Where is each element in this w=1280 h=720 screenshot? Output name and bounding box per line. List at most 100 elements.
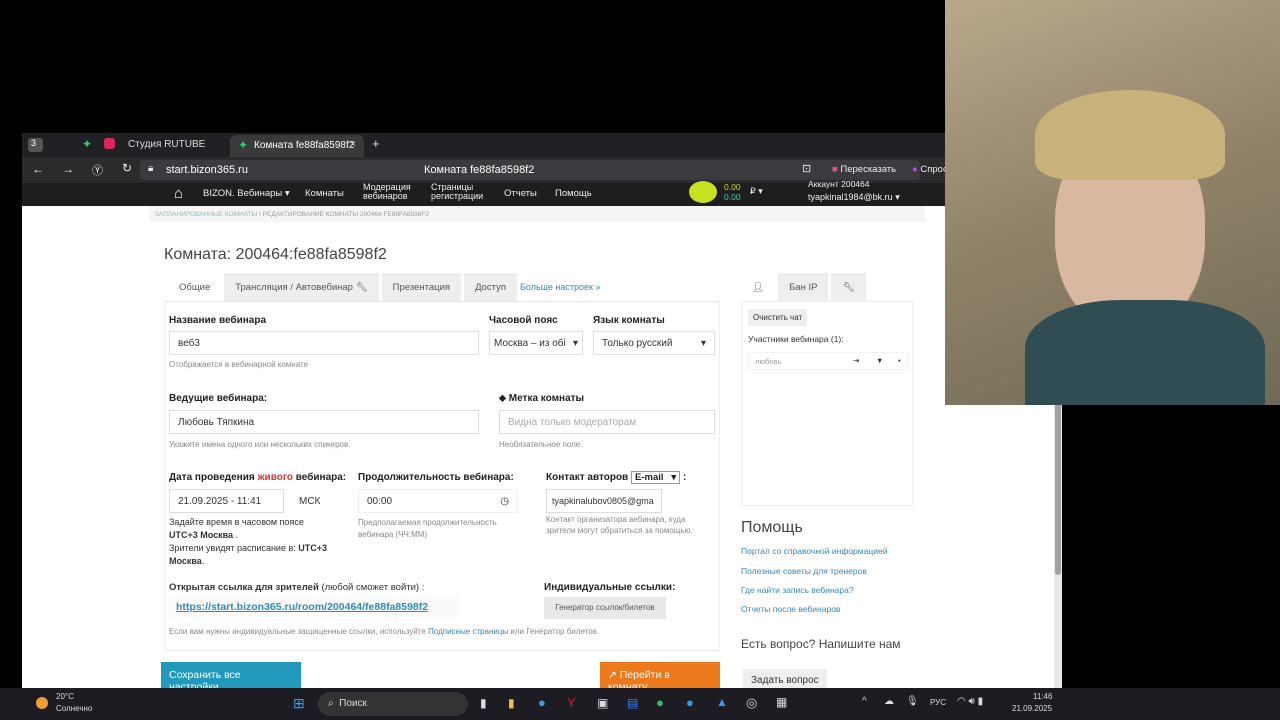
contact-type-select[interactable]: E-mail ▾ bbox=[631, 471, 681, 484]
mic-icon: 🎙︎ bbox=[906, 696, 919, 707]
home-icon[interactable]: ⌂ bbox=[174, 185, 183, 202]
weather-icon bbox=[36, 697, 48, 709]
date-input[interactable]: 21.09.2025 - 11:41 bbox=[169, 489, 284, 513]
close-tab-icon[interactable]: × bbox=[350, 139, 356, 150]
bookmark-icon[interactable]: ⊡ bbox=[802, 162, 811, 175]
address-bar: ← → Ⓨ ↻ 🔒︎ start.bizon365.ru Комната fe8… bbox=[22, 157, 1062, 183]
tab-ban-ip[interactable]: Бан IP bbox=[778, 273, 829, 301]
store-icon[interactable]: ▣ bbox=[597, 696, 608, 710]
search-box[interactable]: ⌕ Поиск bbox=[318, 692, 468, 716]
tab-bar: 3 ✦ Студия RUTUBE ✦ Комната fe88fa8598f2… bbox=[22, 133, 1062, 157]
weather-text: Солнечно bbox=[56, 704, 93, 713]
webcam-hair bbox=[1035, 90, 1225, 180]
forward-icon[interactable]: → bbox=[62, 162, 74, 176]
app2-icon[interactable]: ◎ bbox=[746, 695, 757, 711]
wrench-icon[interactable]: 🔧︎ bbox=[831, 273, 866, 301]
currency-menu[interactable]: ₽ ▾ bbox=[750, 186, 763, 197]
docs-icon[interactable]: ▤ bbox=[627, 696, 638, 710]
tab-rutube[interactable]: Студия RUTUBE bbox=[128, 139, 205, 150]
tab-general[interactable]: Общие bbox=[168, 273, 222, 301]
balance-1: 0.00 bbox=[724, 182, 741, 192]
wrench-icon: 🔧︎ bbox=[355, 281, 368, 293]
url-field[interactable]: 🔒︎ start.bizon365.ru Комната fe88fa8598f… bbox=[140, 160, 920, 180]
help-link-portal[interactable]: Портал со справочной информацией bbox=[741, 546, 887, 556]
tab-room-label: Комната fe88fa8598f2 bbox=[254, 140, 355, 151]
telegram-icon[interactable]: ● bbox=[686, 695, 694, 710]
page-content: ЗАПЛАНИРОВАННЫЕ КОМНАТЫ / РЕДАКТИРОВАНИЕ… bbox=[22, 206, 1054, 688]
goto-room-button[interactable]: ↗ Перейти в комнату bbox=[600, 662, 720, 688]
hosts-input[interactable]: Любовь Тяпкина bbox=[169, 410, 479, 434]
webinars-menu[interactable]: BIZON. Вебинары ▾ bbox=[203, 188, 290, 199]
hosts-hint: Укажите имена одного или нескольких спик… bbox=[169, 440, 351, 449]
retell-button[interactable]: ■ Пересказать bbox=[832, 164, 896, 175]
more-settings-link[interactable]: Больше настроек » bbox=[520, 282, 600, 292]
nav-registration-pages[interactable]: Страницы регистрации bbox=[431, 183, 491, 201]
kick-icon[interactable]: ⇥ bbox=[853, 356, 859, 365]
avatar[interactable] bbox=[689, 181, 717, 203]
browser-window: 3 ✦ Студия RUTUBE ✦ Комната fe88fa8598f2… bbox=[22, 133, 1062, 688]
tab-broadcast[interactable]: Трансляция / Автовебинар 🔧︎ bbox=[224, 273, 379, 301]
windows-start-icon[interactable]: ⊞ bbox=[293, 695, 305, 712]
timezone-select[interactable]: Москва – из обі ▾ bbox=[489, 331, 583, 355]
help-link-tips[interactable]: Полезные советы для тренеров bbox=[741, 566, 867, 576]
reload-icon[interactable]: ↻ bbox=[122, 161, 132, 175]
whatsapp-icon[interactable]: ● bbox=[656, 695, 664, 710]
ticket-generator-button[interactable]: Генератор ссылок/билетов bbox=[544, 597, 666, 619]
save-settings-button[interactable]: Сохранить все настройки bbox=[161, 662, 301, 688]
clock-date[interactable]: 21.09.2025 bbox=[1012, 704, 1052, 713]
question-title: Есть вопрос? Напишите нам bbox=[741, 637, 901, 651]
lock-icon: 🔒︎ bbox=[148, 163, 154, 174]
language-select[interactable]: Только русский ▾ bbox=[593, 331, 715, 355]
account-menu[interactable]: tyapkinal1984@bk.ru ▾ bbox=[808, 192, 900, 203]
tab-count-label: 3 bbox=[31, 138, 37, 148]
language-label: Язык комнаты bbox=[593, 315, 665, 326]
bizon-pinned-icon[interactable]: ✦ bbox=[82, 137, 92, 151]
app-icon[interactable]: ▲ bbox=[716, 695, 728, 709]
date-timezone: МСК bbox=[299, 496, 321, 507]
site-navbar: ⌂ BIZON. Вебинары ▾ Комнаты Модерация ве… bbox=[22, 179, 1054, 206]
contact-hint: Контакт организатора вебинара, куда зрит… bbox=[546, 515, 693, 535]
back-icon[interactable]: ← bbox=[32, 162, 44, 176]
cloud-icon: ☁ bbox=[884, 696, 894, 707]
tab-presentation[interactable]: Презентация bbox=[381, 273, 462, 301]
new-tab-icon[interactable]: + bbox=[372, 136, 380, 151]
trash-icon[interactable]: ▪ bbox=[898, 356, 901, 365]
clear-chat-button[interactable]: Очистить чат bbox=[748, 309, 808, 326]
yandex-browser-icon[interactable]: Y bbox=[567, 695, 576, 710]
participants-label: Участники вебинара (1): bbox=[748, 334, 844, 344]
help-link-reports[interactable]: Отчеты после вебинаров bbox=[741, 604, 840, 614]
wifi-icon[interactable]: ◠ 🔊︎ ▮ bbox=[957, 696, 983, 707]
breadcrumb: ЗАПЛАНИРОВАННЫЕ КОМНАТЫ / РЕДАКТИРОВАНИЕ… bbox=[149, 206, 925, 222]
page-title-text: Комната fe88fa8598f2 bbox=[424, 164, 535, 176]
bizon-icon: ✦ bbox=[238, 138, 249, 152]
webinar-name-input[interactable]: веб3 bbox=[169, 331, 479, 355]
clock-time[interactable]: 11:46 bbox=[1033, 692, 1052, 701]
participant-name: любовь bbox=[755, 357, 782, 366]
edge-icon[interactable]: ● bbox=[538, 695, 546, 710]
thumbs-down-icon[interactable]: ▼ bbox=[876, 356, 883, 365]
tab-access[interactable]: Доступ bbox=[464, 273, 517, 301]
app3-icon[interactable]: ▦ bbox=[776, 695, 787, 709]
tray-expand-icon[interactable]: ^ bbox=[862, 696, 867, 707]
ask-question-button[interactable]: Задать вопрос bbox=[743, 669, 827, 688]
nav-reports[interactable]: Отчеты bbox=[504, 188, 537, 199]
user-icon[interactable]: 👤︎ bbox=[741, 273, 776, 301]
tag-icon: ⬥ bbox=[499, 393, 506, 404]
subscription-pages-link[interactable]: Подписные страницы bbox=[428, 627, 508, 636]
yandex-icon[interactable]: Ⓨ bbox=[92, 162, 103, 178]
language-indicator[interactable]: РУС bbox=[930, 698, 946, 707]
nav-rooms[interactable]: Комнаты bbox=[305, 188, 344, 199]
tab-active[interactable]: ✦ Комната fe88fa8598f2 × bbox=[230, 135, 364, 157]
contact-input[interactable]: tyapkinalubov0805@gma bbox=[546, 489, 662, 513]
breadcrumb-rooms[interactable]: ЗАПЛАНИРОВАННЫЕ КОМНАТЫ bbox=[155, 211, 257, 218]
nav-moderation[interactable]: Модерация вебинаров bbox=[363, 183, 413, 201]
taskview-icon[interactable]: ▮ bbox=[480, 696, 487, 710]
room-tag-input[interactable]: Видна только модераторам bbox=[499, 410, 715, 434]
help-link-recording[interactable]: Где найти запись вебинара? bbox=[741, 585, 854, 595]
explorer-icon[interactable]: ▮ bbox=[508, 696, 515, 710]
chevron-down-icon: ▾ bbox=[572, 337, 578, 349]
duration-input[interactable]: 00:00 ◷ bbox=[358, 489, 518, 513]
balance-2: 0.00 bbox=[724, 192, 741, 202]
open-link[interactable]: https://start.bizon365.ru/room/200464/fe… bbox=[169, 597, 459, 617]
nav-help[interactable]: Помощь bbox=[555, 188, 592, 199]
